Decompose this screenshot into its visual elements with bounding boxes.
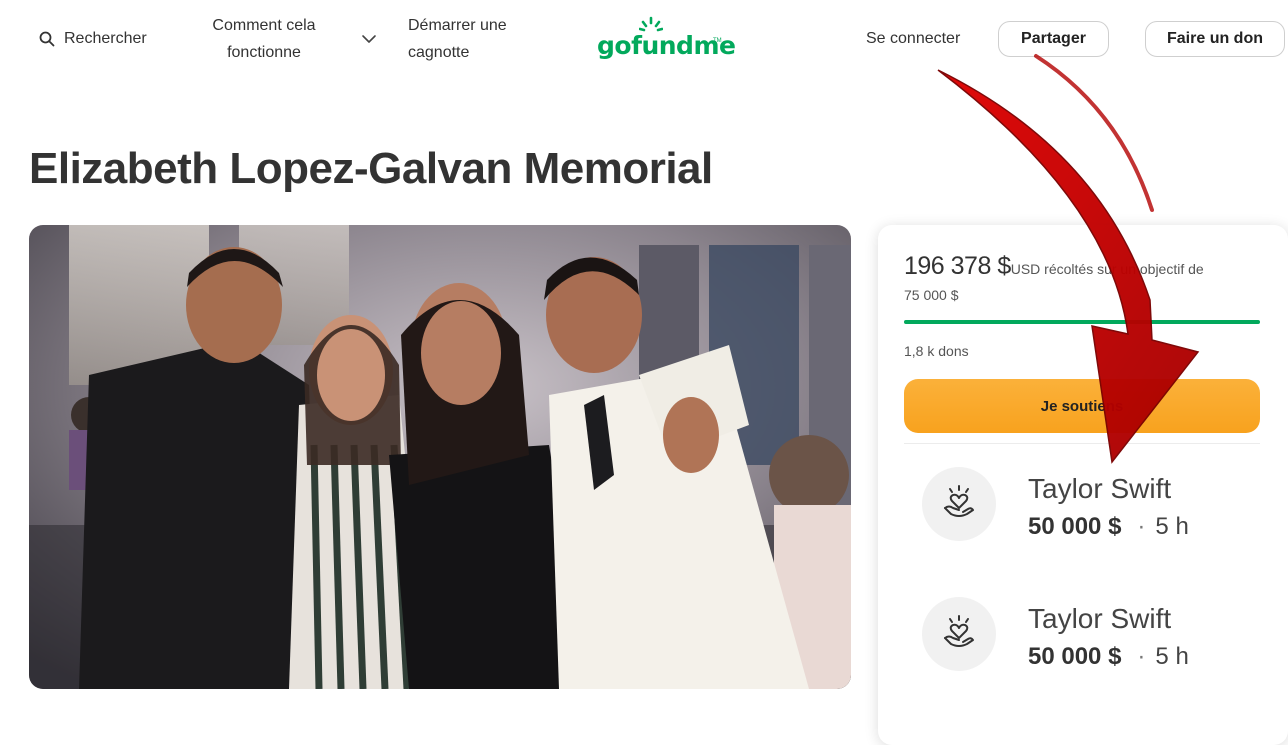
donor-name: Taylor Swift	[1028, 603, 1172, 634]
share-button[interactable]: Partager	[998, 21, 1109, 57]
donor-meta: 50 000 $ · 5 h	[1028, 513, 1189, 541]
divider	[904, 443, 1260, 444]
donation-card: 196 378 $USD récoltés sur un objectif de…	[878, 225, 1288, 745]
page-title: Elizabeth Lopez-Galvan Memorial	[29, 144, 713, 193]
campaign-photo[interactable]	[29, 225, 851, 689]
donor-meta: 50 000 $ · 5 h	[1028, 643, 1189, 671]
chevron-down-icon[interactable]	[360, 30, 378, 48]
donor-item: Taylor Swift 50 000 $ · 5 h	[922, 597, 1262, 677]
search-label: Rechercher	[64, 30, 147, 47]
search-icon	[39, 31, 55, 47]
goal-amount: 75 000 $	[904, 287, 959, 303]
donor-item: Taylor Swift 50 000 $ · 5 h	[922, 467, 1262, 547]
donor-name: Taylor Swift	[1028, 473, 1172, 504]
donor-time: 5 h	[1155, 643, 1189, 670]
gofundme-logo[interactable]: gofundme TM	[597, 16, 736, 62]
photo-illustration	[29, 225, 851, 689]
raised-text: USD récoltés sur un objectif de	[1010, 261, 1204, 277]
separator-dot: ·	[1137, 513, 1146, 540]
heart-hand-icon	[944, 485, 974, 517]
donor-amount: 50 000 $	[1028, 513, 1122, 540]
donations-count: 1,8 k dons	[904, 343, 969, 359]
donor-time: 5 h	[1155, 513, 1189, 540]
signin-link[interactable]: Se connecter	[866, 30, 960, 48]
avatar	[922, 597, 996, 671]
avatar	[922, 467, 996, 541]
separator-dot: ·	[1137, 643, 1146, 670]
start-fundraiser-link[interactable]: Démarrer une cagnotte	[408, 12, 538, 66]
donor-amount: 50 000 $	[1028, 643, 1122, 670]
amount-raised: 196 378 $USD récoltés sur un objectif de	[904, 252, 1254, 281]
trademark-mark: TM	[713, 38, 722, 44]
progress-fill	[904, 320, 1260, 324]
search-link[interactable]: Rechercher	[38, 28, 147, 50]
heart-hand-icon	[944, 615, 974, 647]
logo-text: gofundme	[597, 31, 736, 60]
progress-bar	[904, 320, 1260, 324]
donate-button[interactable]: Faire un don	[1145, 21, 1285, 57]
raised-amount: 196 378 $	[904, 252, 1011, 280]
support-button[interactable]: Je soutiens	[904, 379, 1260, 433]
how-it-works-menu[interactable]: Comment cela fonctionne	[196, 12, 332, 66]
